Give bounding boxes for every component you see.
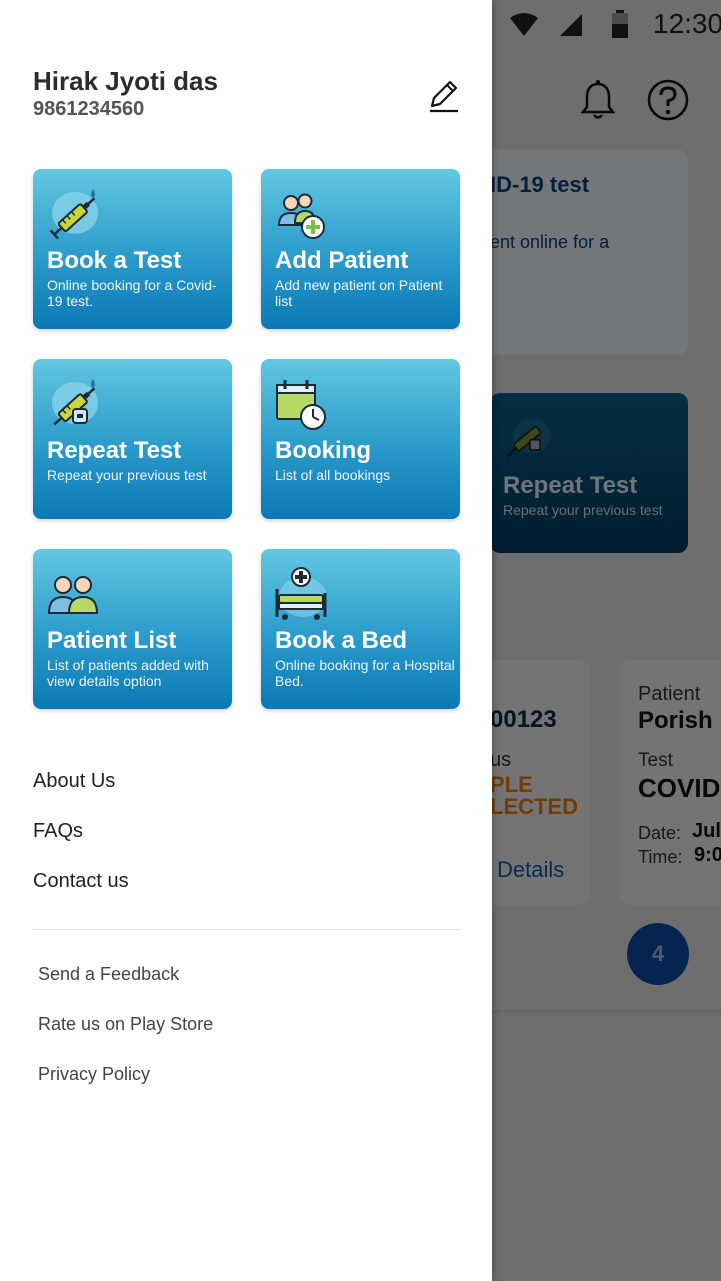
tile-desc: List of patients added with view details… xyxy=(47,657,209,689)
tile-title: Repeat Test xyxy=(47,437,182,464)
menu-divider xyxy=(33,929,460,930)
menu-send-feedback[interactable]: Send a Feedback xyxy=(38,964,179,985)
hospital-bed-icon xyxy=(275,567,327,620)
menu-contact-us[interactable]: Contact us xyxy=(33,870,129,893)
tile-desc: Online booking for a Hospital Bed. xyxy=(275,657,455,689)
patients-icon xyxy=(47,576,99,614)
menu-about-us[interactable]: About Us xyxy=(33,770,115,793)
menu-rate-play-store[interactable]: Rate us on Play Store xyxy=(38,1014,213,1035)
add-patient-icon xyxy=(277,193,325,239)
tile-desc: Add new patient on Patient list xyxy=(275,277,443,309)
user-name: Hirak Jyoti das xyxy=(33,66,218,96)
calendar-clock-icon xyxy=(276,380,326,430)
tile-title: Book a Bed xyxy=(275,627,408,654)
tile-title: Book a Test xyxy=(47,247,182,274)
tile-title: Add Patient xyxy=(275,247,409,274)
book-test-tile[interactable]: Book a Test Online booking for a Covid-1… xyxy=(33,169,232,329)
menu-privacy-policy[interactable]: Privacy Policy xyxy=(38,1064,150,1085)
booking-tile[interactable]: Booking List of all bookings xyxy=(261,359,460,519)
book-bed-tile[interactable]: Book a Bed Online booking for a Hospital… xyxy=(261,549,460,709)
patient-list-tile[interactable]: Patient List List of patients added with… xyxy=(33,549,232,709)
add-patient-tile[interactable]: Add Patient Add new patient on Patient l… xyxy=(261,169,460,329)
repeat-syringe-icon xyxy=(52,379,98,426)
tile-title: Patient List xyxy=(47,627,177,654)
edit-profile-icon[interactable] xyxy=(426,78,462,114)
navigation-drawer: Hirak Jyoti das 9861234560 Book a Test O… xyxy=(0,0,492,1281)
tile-desc: List of all bookings xyxy=(275,467,391,483)
tile-desc: Online booking for a Covid-19 test. xyxy=(47,277,217,309)
syringe-icon xyxy=(49,189,98,240)
menu-faqs[interactable]: FAQs xyxy=(33,820,83,843)
user-phone: 9861234560 xyxy=(33,98,145,120)
tile-desc: Repeat your previous test xyxy=(47,467,207,483)
tile-title: Booking xyxy=(275,437,371,464)
repeat-test-tile[interactable]: Repeat Test Repeat your previous test xyxy=(33,359,232,519)
